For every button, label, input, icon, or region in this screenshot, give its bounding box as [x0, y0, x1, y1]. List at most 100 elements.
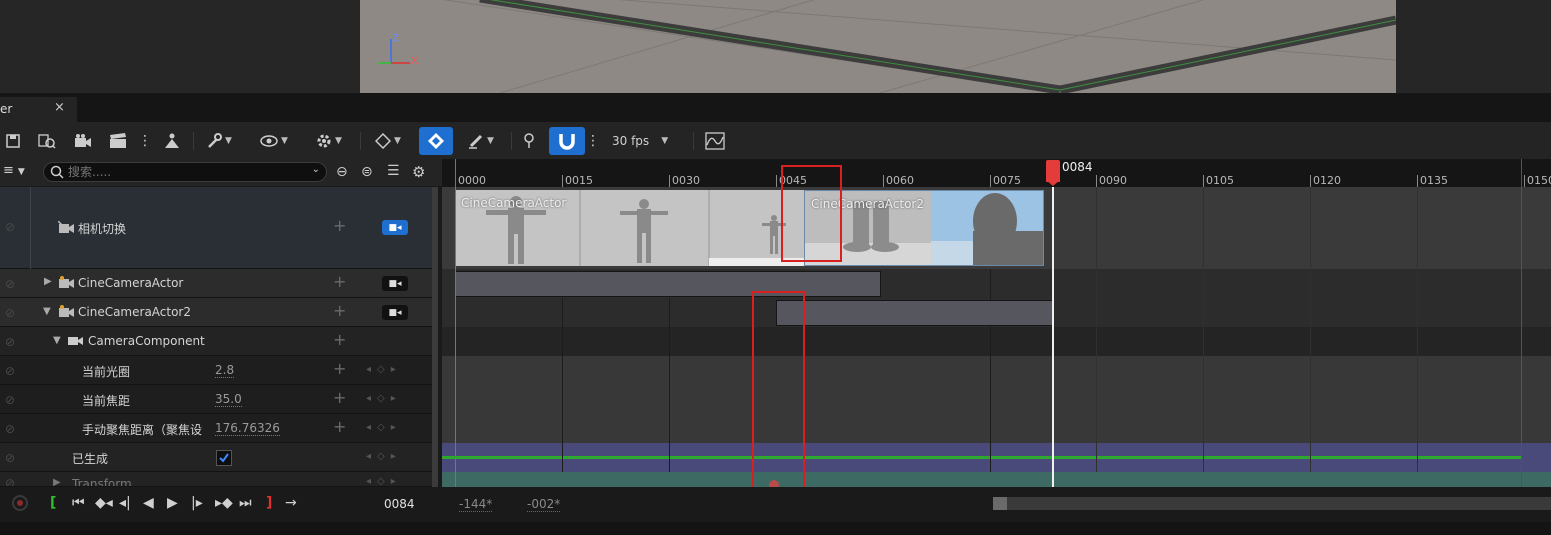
ruler-label: 0120 [1313, 174, 1341, 187]
track-label: 相机切换 [78, 222, 127, 236]
search-box[interactable]: ⌄ [43, 162, 327, 182]
jump-to-end-icon[interactable]: ⏭ [239, 495, 252, 511]
track-row-cinecameraactor[interactable]: ⊘ ▶ CineCameraActor + ■◂ [0, 269, 438, 298]
settings-icon[interactable]: ⚙ [412, 163, 425, 181]
outliner-scrollbar[interactable] [432, 187, 438, 487]
keyframe-nav-icon[interactable]: ◂◇▸ [366, 476, 402, 486]
record-button[interactable] [12, 495, 28, 511]
camera-lock-toggle[interactable]: ■◂ [382, 220, 408, 235]
chevron-down-icon[interactable]: ▼ [53, 335, 61, 346]
add-track-button[interactable]: + [333, 417, 346, 436]
mute-icon[interactable]: ⊘ [5, 220, 15, 234]
mute-icon[interactable]: ⊘ [5, 277, 15, 291]
track-row-focal-length[interactable]: ⊘ 当前焦距 35.0 + ◂◇▸ [0, 385, 438, 414]
current-frame[interactable]: 0084 [384, 497, 415, 511]
tab-sequencer[interactable]: er × [0, 97, 77, 122]
camera-cut-section-1[interactable]: CineCameraActor [456, 190, 804, 266]
jump-to-start-icon[interactable]: ⏮ [72, 495, 85, 511]
spawned-checkbox[interactable] [216, 450, 232, 466]
expand-icon[interactable]: ⊜ [361, 164, 373, 180]
spawned-bool-line [442, 456, 1522, 459]
mute-icon[interactable]: ⊘ [5, 422, 15, 436]
mute-icon[interactable]: ⊘ [5, 364, 15, 378]
track-row-aperture[interactable]: ⊘ 当前光圈 2.8 + ◂◇▸ [0, 356, 438, 385]
add-track-button[interactable]: + [333, 388, 346, 407]
ruler-label: 0045 [779, 174, 807, 187]
auto-key-icon[interactable] [419, 127, 453, 155]
list-view-icon[interactable]: ☰ [387, 163, 400, 179]
keyframe-nav-icon[interactable]: ◂◇▸ [366, 364, 402, 375]
wrench-icon[interactable]: ▼ [201, 130, 237, 152]
section-bar-cinecameraactor2[interactable] [776, 300, 1053, 326]
camera-icon[interactable] [72, 130, 94, 152]
timeline-scrollbar-track[interactable] [993, 497, 1551, 510]
timeline-scrollbar-thumb[interactable] [993, 497, 1007, 510]
chevron-down-icon[interactable]: ⌄ [312, 164, 320, 175]
camera-lock-toggle[interactable]: ■◂ [382, 305, 408, 320]
mute-icon[interactable]: ⊘ [5, 476, 15, 486]
toolbar: ⋮ ▼ ▼ ▼ ▼ ▼ ⋮ 30 fps ▼ [0, 122, 1551, 159]
find-icon[interactable] [36, 130, 58, 152]
mute-icon[interactable]: ⊘ [5, 451, 15, 465]
set-start-icon[interactable]: [ [50, 495, 56, 511]
camera-cut-section-2[interactable]: CineCameraActor2 [804, 190, 1044, 266]
track-row-cinecameraactor2[interactable]: ⊘ ▼ CineCameraActor2 + ■◂ [0, 298, 438, 327]
track-row-cameracomponent[interactable]: ⊘ ▼ CameraComponent + [0, 327, 438, 356]
track-row-focus-distance[interactable]: ⊘ 手动聚焦距离（聚焦设 176.76326 + ◂◇▸ [0, 414, 438, 443]
filter-icon[interactable]: ≡ ▼ [3, 163, 25, 178]
more-icon[interactable]: ⋮ [138, 130, 152, 152]
mute-icon[interactable]: ⊘ [5, 335, 15, 349]
chevron-right-icon[interactable]: ▶ [53, 477, 61, 486]
playback-end-marker[interactable] [1521, 159, 1522, 487]
aperture-value[interactable]: 2.8 [215, 363, 235, 378]
chevron-down-icon[interactable]: ▼ [43, 306, 51, 317]
set-end-icon[interactable]: ] [266, 495, 272, 511]
playback-start-marker[interactable] [455, 159, 456, 487]
track-row-camera-cut[interactable]: ⊘ 相机切换 + ■◂ [0, 187, 438, 269]
curve-editor-icon[interactable] [704, 130, 726, 152]
track-row-spawned[interactable]: ⊘ 已生成 ◂◇▸ [0, 443, 438, 472]
play-icon[interactable]: ▶ [167, 495, 178, 511]
gear-icon[interactable]: ▼ [310, 130, 348, 152]
keyframe-nav-icon[interactable]: ◂◇▸ [366, 422, 402, 433]
collapse-icon[interactable]: ⊖ [336, 164, 348, 180]
mute-icon[interactable]: ⊘ [5, 306, 15, 320]
pencil-icon[interactable]: ▼ [463, 130, 499, 152]
camera-lock-toggle[interactable]: ■◂ [382, 276, 408, 291]
prev-key-icon[interactable]: ◆◂ [95, 495, 113, 511]
add-track-button[interactable]: + [333, 272, 346, 291]
section-bar-cinecameraactor[interactable] [455, 271, 881, 297]
snap-icon[interactable] [549, 127, 585, 155]
key-icon[interactable]: ▼ [369, 130, 407, 152]
view-range-end[interactable]: -002* [527, 497, 561, 512]
loop-icon[interactable]: → [285, 495, 297, 511]
actors-icon[interactable] [160, 130, 184, 152]
add-track-button[interactable]: + [333, 216, 346, 235]
chevron-right-icon[interactable]: ▶ [44, 276, 52, 287]
focus-distance-value[interactable]: 176.76326 [215, 421, 280, 436]
ruler-label: 0105 [1206, 174, 1234, 187]
focal-length-value[interactable]: 35.0 [215, 392, 242, 407]
view-range-start[interactable]: -144* [459, 497, 493, 512]
search-input[interactable] [68, 164, 298, 180]
mute-icon[interactable]: ⊘ [5, 393, 15, 407]
add-track-button[interactable]: + [333, 359, 346, 378]
clapper-icon[interactable] [107, 130, 129, 152]
save-icon[interactable] [4, 130, 22, 152]
playhead-handle[interactable] [1046, 160, 1060, 182]
snap-more-icon[interactable]: ⋮ [586, 130, 600, 152]
add-track-button[interactable]: + [333, 301, 346, 320]
play-reverse-icon[interactable]: ◀ [143, 495, 154, 511]
step-forward-icon[interactable]: |▸ [191, 495, 203, 511]
keyframe-nav-icon[interactable]: ◂◇▸ [366, 393, 402, 404]
viewport-scene[interactable] [360, 0, 1396, 93]
step-back-icon[interactable]: ◂| [119, 495, 131, 511]
add-track-button[interactable]: + [333, 330, 346, 349]
keyframe-nav-icon[interactable]: ◂◇▸ [366, 451, 402, 462]
marker-icon[interactable] [520, 130, 538, 152]
next-key-icon[interactable]: ▸◆ [215, 495, 233, 511]
eye-icon[interactable]: ▼ [255, 130, 293, 152]
track-row-transform[interactable]: ⊘ ▶ Transform ◂◇▸ [0, 472, 438, 487]
close-icon[interactable]: × [54, 100, 65, 115]
fps-dropdown[interactable]: 30 fps ▼ [612, 130, 672, 152]
